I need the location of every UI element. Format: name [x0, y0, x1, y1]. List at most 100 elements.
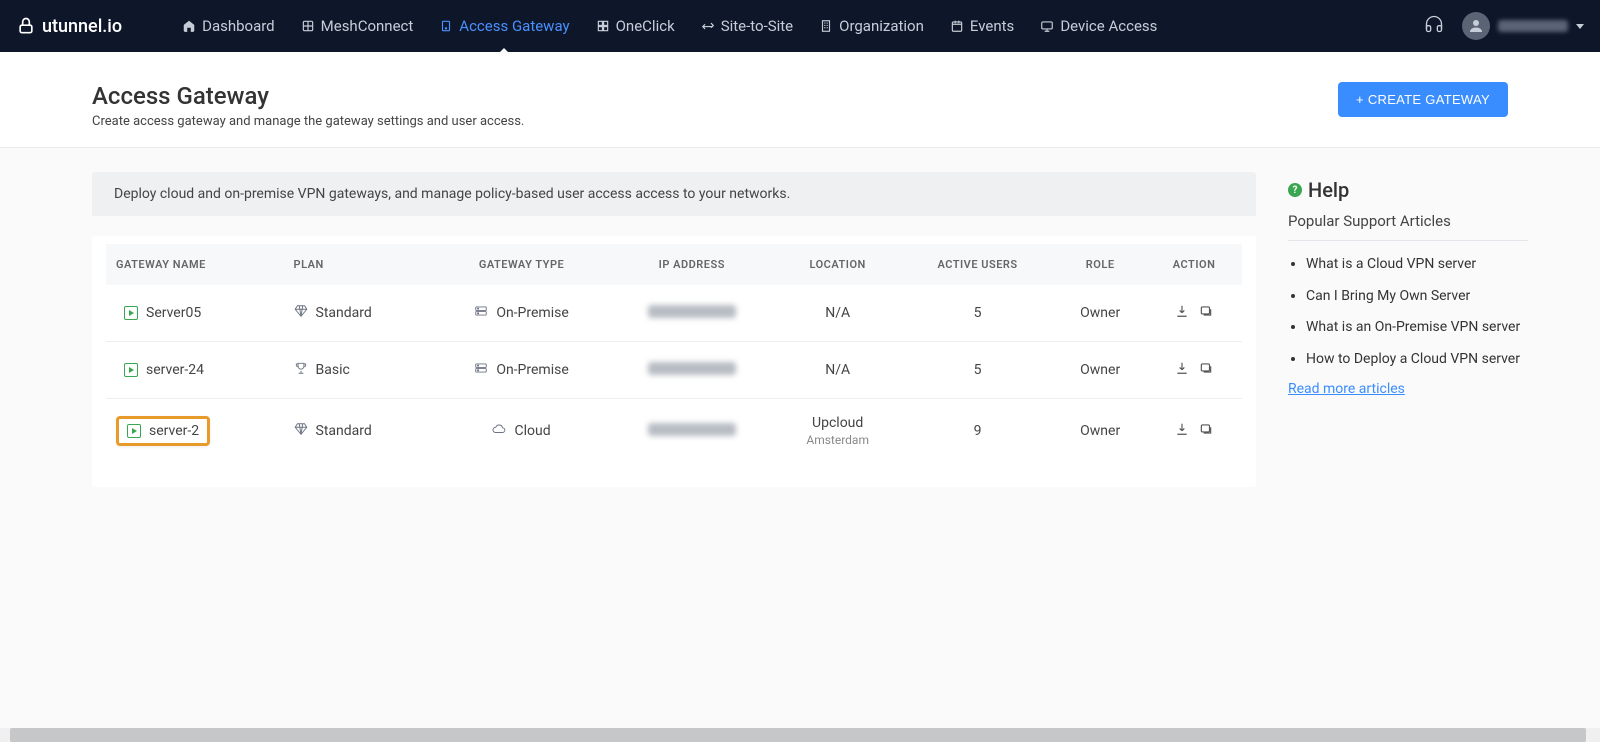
nav-access-gateway[interactable]: Access Gateway [439, 3, 569, 49]
location-label: Upcloud [784, 415, 890, 431]
dashboard-icon [182, 19, 196, 33]
chevron-down-icon [1576, 24, 1584, 29]
help-sidebar: ? Help Popular Support Articles What is … [1288, 172, 1528, 487]
nav-meshconnect[interactable]: MeshConnect [301, 3, 414, 49]
cloud-icon [492, 422, 506, 440]
brand-logo[interactable]: utunnel.io [16, 16, 122, 37]
nav-events[interactable]: Events [950, 3, 1014, 49]
role-label: Owner [1054, 399, 1146, 464]
avatar [1462, 12, 1490, 40]
nav-right [1424, 12, 1584, 40]
col-ip: IP ADDRESS [609, 244, 774, 285]
plan-label: Basic [316, 362, 350, 378]
read-more-link[interactable]: Read more articles [1288, 381, 1405, 397]
plan-label: Standard [316, 423, 372, 439]
gateway-name: Server05 [146, 305, 201, 321]
brand-text: utunnel.io [42, 16, 122, 37]
info-banner: Deploy cloud and on-premise VPN gateways… [92, 172, 1256, 216]
diamond-icon [294, 304, 308, 322]
gateway-table-card: GATEWAY NAME PLAN GATEWAY TYPE IP ADDRES… [92, 236, 1256, 487]
table-row: Server05 Standard On-Premise N/A 5Owner [106, 285, 1242, 342]
active-users: 5 [901, 285, 1054, 342]
page-header: Access Gateway Create access gateway and… [0, 52, 1600, 148]
help-article-link[interactable]: Can I Bring My Own Server [1306, 287, 1528, 307]
nav-label: Site-to-Site [721, 17, 793, 35]
nav-label: OneClick [616, 17, 675, 35]
role-label: Owner [1054, 285, 1146, 342]
active-users: 5 [901, 342, 1054, 399]
gateway-name-link[interactable]: server-2 [116, 416, 210, 446]
col-location: LOCATION [774, 244, 900, 285]
download-icon[interactable] [1175, 422, 1189, 440]
access-gateway-icon [439, 19, 453, 33]
nav-site-to-site[interactable]: Site-to-Site [701, 3, 793, 49]
nav-organization[interactable]: Organization [819, 3, 924, 49]
nav-label: Access Gateway [459, 17, 569, 35]
nav-device-access[interactable]: Device Access [1040, 3, 1157, 49]
nav-label: MeshConnect [321, 17, 414, 35]
connect-icon[interactable] [1199, 361, 1213, 379]
lock-icon [16, 16, 36, 36]
gateway-table: GATEWAY NAME PLAN GATEWAY TYPE IP ADDRES… [106, 244, 1242, 463]
help-articles: What is a Cloud VPN server Can I Bring My… [1288, 255, 1528, 369]
question-icon: ? [1288, 183, 1302, 197]
connect-icon[interactable] [1199, 304, 1213, 322]
help-article-link[interactable]: What is a Cloud VPN server [1306, 255, 1528, 275]
type-label: On-Premise [496, 305, 568, 321]
status-running-icon [127, 424, 141, 438]
main-content: Deploy cloud and on-premise VPN gateways… [92, 172, 1256, 487]
download-icon[interactable] [1175, 361, 1189, 379]
meshconnect-icon [301, 19, 315, 33]
trophy-icon [294, 361, 308, 379]
site-to-site-icon [701, 19, 715, 33]
location-sub: Amsterdam [784, 433, 890, 447]
help-title: Help [1308, 178, 1349, 202]
help-subtitle: Popular Support Articles [1288, 212, 1528, 241]
server-icon [474, 304, 488, 322]
nav-dashboard[interactable]: Dashboard [182, 3, 275, 49]
gateway-name-link[interactable]: server-24 [116, 358, 212, 382]
top-nav: utunnel.io Dashboard MeshConnect Access Ga… [0, 0, 1600, 52]
scrollbar-thumb[interactable] [10, 728, 1586, 742]
page-title: Access Gateway [92, 82, 524, 110]
col-type: GATEWAY TYPE [434, 244, 609, 285]
diamond-icon [294, 422, 308, 440]
status-running-icon [124, 306, 138, 320]
plan-label: Standard [316, 305, 372, 321]
help-article-link[interactable]: How to Deploy a Cloud VPN server [1306, 350, 1528, 370]
user-name-redacted [1498, 20, 1568, 32]
organization-icon [819, 19, 833, 33]
support-icon[interactable] [1424, 14, 1444, 38]
connect-icon[interactable] [1199, 422, 1213, 440]
device-access-icon [1040, 19, 1054, 33]
nav-label: Events [970, 17, 1014, 35]
col-role: ROLE [1054, 244, 1146, 285]
nav-label: Device Access [1060, 17, 1157, 35]
active-users: 9 [901, 399, 1054, 464]
location-label: N/A [784, 362, 890, 378]
nav-oneclick[interactable]: OneClick [596, 3, 675, 49]
col-users: ACTIVE USERS [901, 244, 1054, 285]
type-label: On-Premise [496, 362, 568, 378]
gateway-name: server-2 [149, 423, 199, 439]
help-article-link[interactable]: What is an On-Premise VPN server [1306, 318, 1528, 338]
ip-redacted [648, 305, 736, 318]
location-label: N/A [784, 305, 890, 321]
horizontal-scrollbar[interactable] [0, 728, 1600, 742]
ip-redacted [648, 362, 736, 375]
gateway-name-link[interactable]: Server05 [116, 301, 209, 325]
table-row: server-2StandardCloudUpcloudAmsterdam9Ow… [106, 399, 1242, 464]
help-header: ? Help [1288, 178, 1528, 202]
table-row: server-24 Basic On-Premise N/A 5Owner [106, 342, 1242, 399]
create-gateway-button[interactable]: + CREATE GATEWAY [1338, 82, 1508, 117]
events-icon [950, 19, 964, 33]
col-name: GATEWAY NAME [106, 244, 284, 285]
download-icon[interactable] [1175, 304, 1189, 322]
user-menu[interactable] [1462, 12, 1584, 40]
role-label: Owner [1054, 342, 1146, 399]
server-icon [474, 361, 488, 379]
nav-label: Dashboard [202, 17, 275, 35]
col-action: ACTION [1146, 244, 1242, 285]
status-running-icon [124, 363, 138, 377]
gateway-name: server-24 [146, 362, 204, 378]
